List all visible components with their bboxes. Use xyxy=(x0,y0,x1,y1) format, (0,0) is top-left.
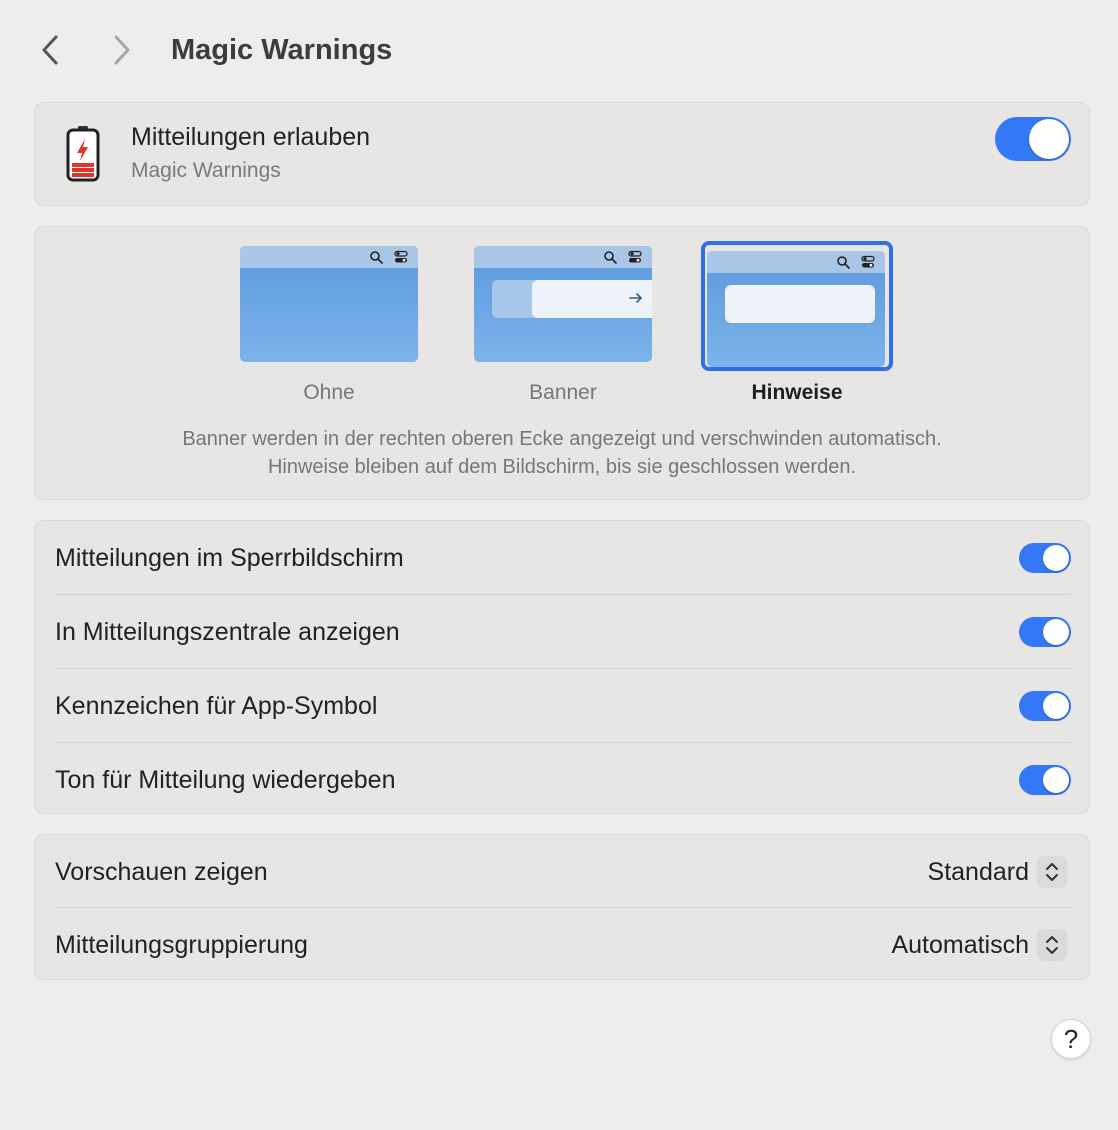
style-label-alert: Hinweise xyxy=(751,381,843,404)
chevron-left-icon xyxy=(42,35,58,65)
grouping-value[interactable]: Automatisch xyxy=(891,908,1029,982)
preview-grouping-card: Vorschauen zeigen Standard Mitteilungsgr… xyxy=(34,834,1090,980)
sound-toggle[interactable] xyxy=(1019,765,1071,795)
preview-menubar xyxy=(474,246,652,268)
lock-screen-toggle[interactable] xyxy=(1019,543,1071,573)
toggle-knob xyxy=(1043,767,1069,793)
forward-button[interactable] xyxy=(102,30,142,70)
control-center-icon xyxy=(861,255,875,268)
style-preview-banner xyxy=(474,246,652,362)
style-preview-none xyxy=(240,246,418,362)
control-center-icon xyxy=(394,250,408,263)
description-line-2: Hinweise bleiben auf dem Bildschirm, bis… xyxy=(267,456,857,478)
preview-banner xyxy=(532,280,652,318)
toggle-knob xyxy=(1043,619,1069,645)
notification-options-card: Mitteilungen im Sperrbildschirm In Mitte… xyxy=(34,520,1090,814)
preview-menubar xyxy=(707,251,885,273)
style-label-banner: Banner xyxy=(529,381,597,404)
show-previews-label: Vorschauen zeigen xyxy=(55,858,268,886)
allow-notifications-toggle[interactable] xyxy=(995,117,1071,161)
arrow-right-icon xyxy=(629,293,642,303)
notification-center-row: In Mitteilungszentrale anzeigen xyxy=(55,595,1071,669)
style-preview-alert xyxy=(707,251,885,367)
style-label-none: Ohne xyxy=(303,381,355,404)
allow-notifications-label: Mitteilungen erlauben xyxy=(131,123,371,151)
style-option-banner[interactable]: Banner xyxy=(473,245,653,405)
badge-row: Kennzeichen für App-Symbol xyxy=(55,669,1071,743)
grouping-row: Mitteilungsgruppierung Automatisch xyxy=(55,908,1071,982)
show-previews-row: Vorschauen zeigen Standard xyxy=(55,835,1071,909)
app-name-label: Magic Warnings xyxy=(131,159,281,182)
toggle-knob xyxy=(1043,545,1069,571)
lock-screen-label: Mitteilungen im Sperrbildschirm xyxy=(55,544,404,572)
preview-alert xyxy=(725,285,875,323)
chevron-up-down-icon xyxy=(1046,936,1058,954)
chevron-right-icon xyxy=(114,35,130,65)
control-center-icon xyxy=(628,250,642,263)
grouping-label: Mitteilungsgruppierung xyxy=(55,931,308,959)
allow-notifications-card: Mitteilungen erlauben Magic Warnings xyxy=(34,102,1090,206)
search-icon xyxy=(370,251,383,264)
sound-label: Ton für Mitteilung wiedergeben xyxy=(55,766,396,794)
search-icon xyxy=(604,251,617,264)
search-icon xyxy=(837,256,850,269)
description-line-1: Banner werden in der rechten oberen Ecke… xyxy=(182,428,942,450)
style-option-alert[interactable]: Hinweise xyxy=(701,241,893,405)
badge-toggle[interactable] xyxy=(1019,691,1071,721)
back-button[interactable] xyxy=(30,30,70,70)
page-title: Magic Warnings xyxy=(171,34,393,66)
notification-center-label: In Mitteilungszentrale anzeigen xyxy=(55,618,400,646)
chevron-up-down-icon xyxy=(1046,863,1058,881)
toggle-knob xyxy=(1043,693,1069,719)
alert-style-description: Banner werden in der rechten oberen Ecke… xyxy=(35,425,1089,481)
battery-warning-icon xyxy=(66,126,100,182)
preview-menubar xyxy=(240,246,418,268)
badge-label: Kennzeichen für App-Symbol xyxy=(55,692,378,720)
show-previews-popup-button[interactable] xyxy=(1037,856,1067,888)
style-option-none[interactable]: Ohne xyxy=(239,245,419,405)
lock-screen-row: Mitteilungen im Sperrbildschirm xyxy=(55,521,1071,595)
toggle-knob xyxy=(1029,119,1069,159)
help-button[interactable]: ? xyxy=(1051,1019,1091,1059)
notification-center-toggle[interactable] xyxy=(1019,617,1071,647)
sound-row: Ton für Mitteilung wiedergeben xyxy=(55,743,1071,817)
alert-style-card: Ohne Banner Hinweise Banner werden in de… xyxy=(34,226,1090,500)
show-previews-value[interactable]: Standard xyxy=(928,835,1029,909)
grouping-popup-button[interactable] xyxy=(1037,929,1067,961)
